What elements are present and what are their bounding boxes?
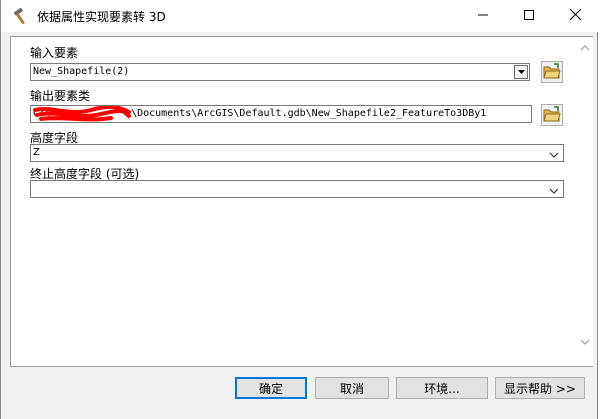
open-folder-icon [543,62,561,82]
ok-button[interactable]: 确定 [235,377,307,399]
maximize-icon [524,9,534,23]
close-button[interactable] [552,0,598,32]
title-bar[interactable]: 依据属性实现要素转 3D [1,0,599,32]
show-help-button[interactable]: 显示帮助 >> [495,377,585,399]
hammer-icon [12,6,32,26]
redaction-scribble [33,106,131,122]
scroll-down-icon[interactable] [577,339,593,351]
input-features-combo[interactable]: New_Shapefile(2) [30,63,530,81]
parameters-panel: 输入要素 New_Shapefile(2) 输出要素类 C:\ \Document… [10,36,593,367]
to-height-field-select[interactable] [30,180,564,198]
input-features-label: 输入要素 [30,46,79,60]
input-features-browse-button[interactable] [541,61,563,83]
input-features-value: New_Shapefile(2) [33,66,130,77]
scroll-up-icon[interactable] [577,45,593,57]
dropdown-arrow-icon [517,70,525,74]
output-feature-class-label: 输出要素类 [30,89,91,103]
chevron-down-icon [549,184,559,197]
vertical-scrollbar[interactable] [577,37,593,366]
combo-dropdown-button[interactable] [514,65,528,79]
close-icon [569,8,581,23]
height-field-value: Z [33,147,40,158]
minimize-button[interactable] [460,0,506,32]
maximize-button[interactable] [506,0,552,32]
output-path-value: \Documents\ArcGIS\Default.gdb\New_Shapef… [131,108,487,119]
height-field-select[interactable]: Z [30,144,564,162]
dialog-window: 依据属性实现要素转 3D 输入要素 New_Shapefile(2) 输出要素类… [0,0,599,419]
open-folder-icon [543,105,561,125]
minimize-icon [478,9,488,23]
output-feature-class-browse-button[interactable] [541,104,563,126]
chevron-down-icon [549,148,559,161]
cancel-button[interactable]: 取消 [315,377,389,399]
window-title: 依据属性实现要素转 3D [37,10,166,24]
environments-button[interactable]: 环境... [396,377,488,399]
output-feature-class-input[interactable]: C:\ \Documents\ArcGIS\Default.gdb\New_Sha… [30,105,532,123]
